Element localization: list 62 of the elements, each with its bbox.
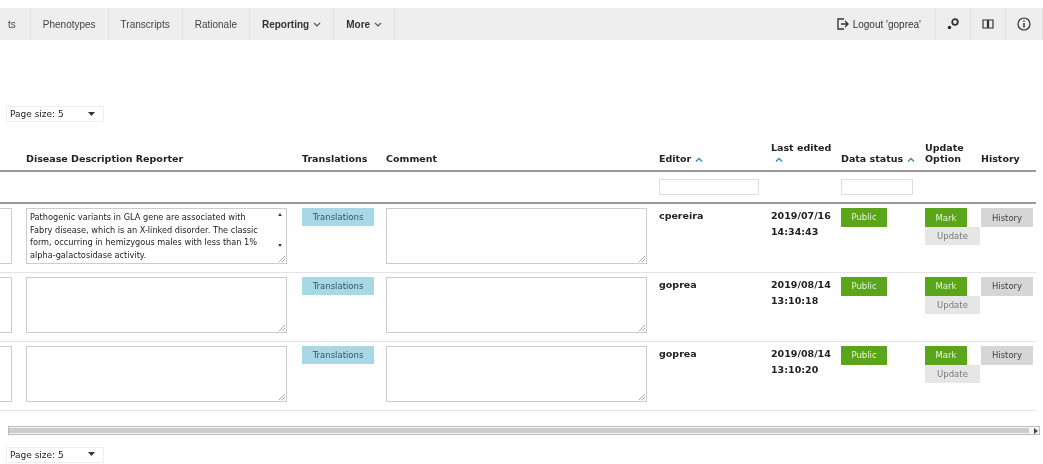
column-header: Disease Description Reporter [26, 153, 184, 164]
resize-handle-icon [279, 256, 285, 262]
resize-handle-icon [279, 393, 285, 400]
sort-icon [907, 157, 916, 162]
input-field[interactable] [0, 208, 12, 264]
history-button[interactable]: History [981, 276, 1033, 296]
timestamp: 2019/07/16 14:34:43 [771, 209, 832, 239]
nav-link[interactable]: Phenotypes [30, 8, 109, 40]
input-field[interactable] [0, 345, 12, 402]
sort-icon [775, 157, 783, 162]
status-tag: Public [841, 208, 887, 227]
column-header: History [981, 153, 1020, 164]
resize-handle-icon [279, 324, 285, 331]
nav-link[interactable]: ts [0, 8, 31, 40]
caret-icon [374, 21, 383, 27]
timestamp: 2019/08/14 13:10:20 [771, 346, 832, 377]
input-field[interactable] [0, 276, 12, 333]
column-header: Comment [386, 153, 438, 164]
translations-button[interactable]: Translations [302, 345, 374, 364]
filter-field[interactable] [659, 179, 759, 195]
menu-link[interactable]: More [334, 8, 396, 40]
history-button[interactable]: History [981, 345, 1033, 365]
editor-name: goprea [659, 346, 698, 361]
history-button[interactable]: History [981, 208, 1033, 227]
info-icon [1017, 17, 1031, 31]
column-header[interactable]: Last edited [771, 142, 841, 164]
description-field[interactable] [26, 276, 287, 333]
logout-link[interactable]: Logout 'goprea' [824, 8, 936, 40]
menu-link[interactable]: Reporting [249, 8, 335, 40]
editor-name: goprea [659, 277, 698, 292]
resize-handle-icon [639, 393, 645, 400]
status-tag: Public [841, 345, 887, 365]
column-header[interactable]: Data status [841, 153, 916, 164]
nav-link[interactable]: Transcripts [108, 8, 183, 40]
translations-button[interactable]: Translations [302, 276, 374, 295]
editor-name: cpereira [659, 209, 705, 223]
dropdown-icon [88, 111, 95, 117]
book-icon [982, 19, 994, 29]
description-field[interactable]: Pathogenic variants in GLA gene are associated with Fabry disease, which is an X-linked disorder. The classic form, occurring in hemizygous males with less than 1% alpha-galactosidase activity. [26, 208, 287, 264]
resize-handle-icon [639, 324, 645, 331]
caret-icon [313, 21, 322, 27]
page-size-select[interactable]: Page size: 5 [6, 106, 104, 122]
sort-icon [695, 157, 704, 162]
comment-field[interactable] [386, 276, 647, 333]
timestamp: 2019/08/14 13:10:18 [771, 277, 832, 308]
scrollbar[interactable] [8, 425, 1040, 435]
description-text: Pathogenic variants in GLA gene are associated with Fabry disease, which is an X-linked disorder. The classic form, occurring in hemizygous males with less than 1% alpha-galactosidase activity. [30, 211, 259, 261]
column-header: Translations [302, 153, 368, 164]
filter-field[interactable] [841, 179, 913, 195]
column-header[interactable]: Editor [659, 153, 704, 164]
resize-handle-icon [639, 256, 645, 262]
comment-field[interactable] [386, 208, 647, 264]
comment-field[interactable] [386, 345, 647, 402]
page-size-select[interactable]: Page size: 5 [6, 446, 104, 463]
description-field[interactable] [26, 345, 287, 402]
nav-link[interactable]: Rationale [182, 8, 250, 40]
settings-icon [947, 18, 959, 30]
logout-icon [836, 18, 849, 30]
status-tag: Public [841, 276, 887, 296]
translations-button[interactable]: Translations [302, 208, 374, 226]
dropdown-icon [88, 452, 95, 457]
column-header: Update Option [925, 142, 965, 164]
